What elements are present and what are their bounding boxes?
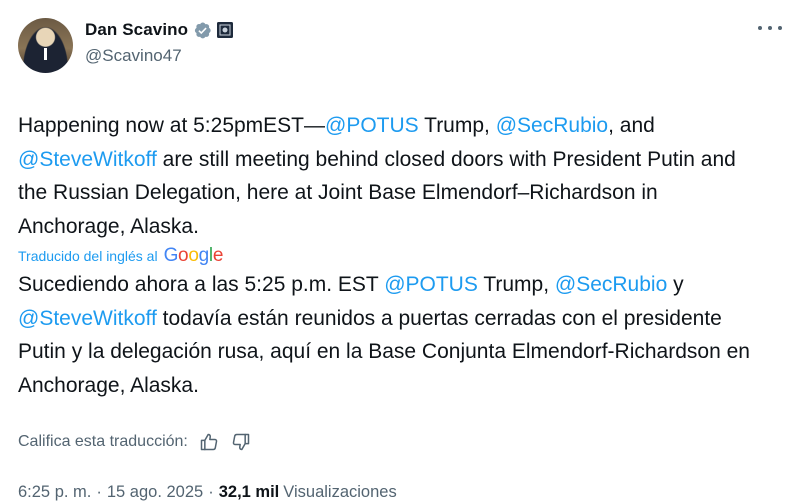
mention-link-potus[interactable]: @POTUS: [384, 273, 478, 296]
mention-link-secrubio[interactable]: @SecRubio: [555, 273, 667, 296]
translated-by-label: Traducido del inglés al: [18, 248, 158, 264]
rate-translation-row: Califica esta traducción:: [18, 430, 782, 454]
user-info: Dan Scavino @Scavino47: [85, 19, 234, 66]
mention-link-stevewitkoff[interactable]: @SteveWitkoff: [18, 307, 157, 330]
more-dot: [758, 26, 762, 30]
avatar[interactable]: [18, 18, 73, 73]
tweet-text-segment: Happening now at 5:25pmEST—: [18, 114, 326, 137]
thumbs-down-icon[interactable]: [230, 431, 252, 453]
google-logo-letter: g: [198, 245, 210, 266]
more-dot: [768, 26, 772, 30]
thumbs-up-icon[interactable]: [198, 431, 220, 453]
google-logo: Google: [164, 245, 224, 267]
verified-badge-icon[interactable]: [193, 21, 212, 40]
tweet-text-segment: , and: [608, 114, 655, 137]
mention-link-secrubio[interactable]: @SecRubio: [496, 114, 608, 137]
tweet-text-segment: Trump,: [477, 273, 555, 296]
tweet-text-segment: y: [667, 273, 684, 296]
google-logo-letter: G: [163, 245, 179, 266]
google-logo-letter: o: [178, 245, 189, 266]
tweet-header: Dan Scavino @Scavino47: [18, 16, 782, 76]
tweet-card: Dan Scavino @Scavino47 Happening now at …: [0, 0, 800, 501]
views-count[interactable]: 32,1 mil: [219, 483, 280, 501]
mention-link-potus[interactable]: @POTUS: [325, 114, 419, 137]
tweet-time[interactable]: 6:25 p. m.: [18, 483, 91, 501]
tweet-meta: 6:25 p. m. · 15 ago. 2025 · 32,1 mil Vis…: [18, 483, 782, 501]
google-logo-letter: o: [188, 245, 199, 266]
tweet-text-segment: Sucediendo ahora a las 5:25 p.m. EST: [18, 273, 385, 296]
rate-translation-label: Califica esta traducción:: [18, 433, 188, 450]
more-dot: [778, 26, 782, 30]
name-row: Dan Scavino: [85, 19, 234, 41]
meta-separator: ·: [96, 483, 102, 501]
meta-separator: ·: [208, 483, 214, 501]
display-name[interactable]: Dan Scavino: [85, 20, 188, 40]
views-label: Visualizaciones: [283, 483, 397, 501]
tweet-text-segment: Trump,: [418, 114, 496, 137]
mention-link-stevewitkoff[interactable]: @SteveWitkoff: [18, 148, 157, 171]
tweet-text-translation: Sucediendo ahora a las 5:25 p.m. EST @PO…: [18, 268, 758, 402]
google-logo-letter: e: [212, 245, 224, 266]
more-options-icon[interactable]: [758, 22, 782, 34]
tweet-date[interactable]: 15 ago. 2025: [107, 483, 203, 501]
government-affiliation-icon[interactable]: [217, 22, 234, 38]
tweet-text-original: Happening now at 5:25pmEST—@POTUS Trump,…: [18, 109, 758, 243]
user-handle[interactable]: @Scavino47: [85, 46, 233, 66]
translated-by-google[interactable]: Traducido del inglés al Google: [18, 245, 782, 267]
